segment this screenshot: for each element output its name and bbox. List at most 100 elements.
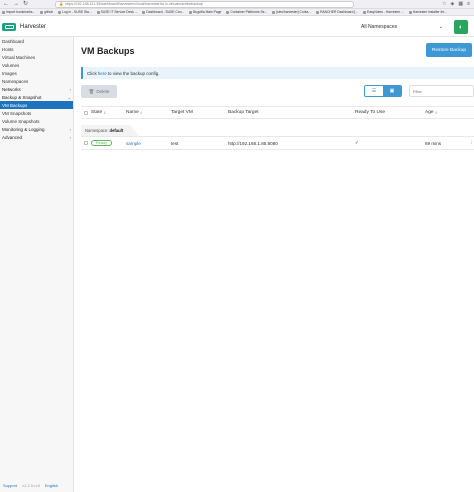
bookmark-label: Import bookmarks...: [6, 10, 36, 14]
sidebar-item-label: Images: [2, 70, 17, 76]
group-view-icon[interactable]: ▣: [383, 86, 401, 96]
bookmark-icon: [408, 10, 412, 14]
sidebar-item-namespaces[interactable]: Namespaces: [0, 77, 73, 85]
select-all-checkbox[interactable]: [84, 110, 88, 115]
menu-icon[interactable]: ≡: [467, 1, 470, 7]
page-title: VM Backups: [81, 46, 135, 56]
bookmark-label: Log in - SUSE Sta...: [62, 10, 92, 14]
age-cell: 59 mins: [425, 140, 442, 146]
column-label: Backup Target: [228, 110, 259, 115]
column-age[interactable]: Age ⇕: [425, 110, 469, 115]
sidebar-item-vm-snapshots[interactable]: VM Snapshots: [0, 109, 73, 117]
trash-icon: 🗑: [88, 88, 95, 94]
column-target-vm: Target VM: [171, 110, 228, 115]
table-header: State ⇕ Name ⇕ Target VM Backup Target Rea…: [81, 106, 474, 119]
bookmark-icon: [226, 10, 230, 14]
sidebar-item-label: Monitoring & Logging: [2, 126, 45, 132]
bookmark-icon: [58, 10, 62, 14]
sidebar-group-networks[interactable]: Networks ›: [0, 85, 73, 93]
sidebar-group-backup-snapshot[interactable]: Backup & Snapshot ⌄: [0, 93, 73, 101]
sidebar-item-label: Namespaces: [2, 78, 29, 84]
row-checkbox[interactable]: [84, 141, 88, 145]
version-label: v1.2.0-rc3: [22, 483, 40, 488]
filter-input[interactable]: [409, 85, 474, 97]
sidebar-item-volumes[interactable]: Volumes: [0, 61, 73, 69]
banner-suffix: to view the backup config.: [107, 70, 160, 76]
bookmark-item[interactable]: Bugzilla Main Page: [189, 10, 221, 14]
banner-link[interactable]: here: [98, 71, 107, 76]
namespace-value: default: [109, 128, 124, 133]
language-link[interactable]: English: [45, 483, 58, 488]
bookmark-item[interactable]: github: [40, 10, 53, 14]
chevron-right-icon: ›: [69, 126, 71, 132]
sidebar-item-volume-snapshots[interactable]: Volume Snapshots: [0, 117, 73, 125]
bookmark-label: Container Platforms Se...: [230, 10, 268, 14]
sidebar-item-label: Virtual Machines: [2, 54, 36, 60]
bookmark-item[interactable]: Dashboard - SUSE Con...: [142, 10, 184, 14]
bookmark-icon: [316, 10, 320, 14]
column-label: Ready To Use: [355, 110, 386, 115]
bookmark-item[interactable]: SUSE IT Service Desk ...: [96, 10, 137, 14]
reload-icon[interactable]: ↻: [23, 1, 28, 7]
backup-name-link[interactable]: sample: [126, 141, 141, 146]
column-label: Target VM: [171, 110, 193, 115]
bookmark-item[interactable]: [sles/harvester] Conta...: [272, 10, 311, 14]
bookmark-item[interactable]: Harvester Installer Int...: [408, 10, 447, 14]
chevron-down-icon: ⌄: [67, 94, 71, 100]
restore-backup-button[interactable]: Restore Backup: [426, 43, 472, 57]
list-view-icon[interactable]: ☰: [365, 86, 383, 96]
url-bar[interactable]: 🔒 https://192.168.121.35/dashboard/harve…: [55, 0, 354, 8]
bookmark-item[interactable]: Log in - SUSE Sta...: [58, 10, 92, 14]
bookmark-item[interactable]: EasyNotes - Harvester ...: [363, 10, 404, 14]
chevron-right-icon: ›: [69, 86, 71, 92]
app-header: Harvester All Namespaces ⌄ ◐: [0, 17, 474, 37]
sidebar-item-vm-backups[interactable]: VM Backups: [0, 101, 73, 109]
browser-nav: ← → ↻: [0, 1, 55, 7]
user-avatar-icon[interactable]: ◐: [454, 20, 468, 34]
browser-actions: ☆ ◈ ▦ ≡: [354, 1, 474, 7]
bookmark-item[interactable]: Container Platforms Se...: [226, 10, 267, 14]
sidebar-item-virtual-machines[interactable]: Virtual Machines: [0, 53, 73, 61]
chevron-down-icon: ⌄: [438, 24, 443, 30]
main-content: VM Backups Restore Backup Click here to …: [74, 37, 474, 492]
sidebar-item-label: Hosts: [2, 46, 14, 52]
delete-button[interactable]: 🗑 Delete: [81, 85, 117, 98]
bookmark-label: Bugzilla Main Page: [193, 10, 222, 14]
sidebar-item-label: Backup & Snapshot: [2, 94, 42, 100]
column-state[interactable]: State ⇕: [91, 110, 126, 115]
sort-icon: ⇕: [103, 110, 107, 115]
target-vm-cell: test: [171, 140, 179, 146]
column-label: Name: [126, 110, 139, 115]
forward-icon[interactable]: →: [13, 1, 19, 7]
sidebar-group-advanced[interactable]: Advanced ›: [0, 133, 73, 141]
support-link[interactable]: Support: [3, 483, 17, 488]
column-label: Age: [425, 110, 434, 115]
back-icon[interactable]: ←: [3, 1, 9, 7]
bookmark-star-icon[interactable]: ☆: [442, 1, 446, 7]
sidebar-group-monitoring-logging[interactable]: Monitoring & Logging ›: [0, 125, 73, 133]
status-badge: Ready: [91, 140, 112, 146]
sidebar-footer: Support v1.2.0-rc3 English: [0, 483, 74, 488]
bookmark-item[interactable]: Import bookmarks...: [2, 10, 35, 14]
sidebar-item-dashboard[interactable]: Dashboard: [0, 37, 73, 45]
bookmark-icon: [142, 10, 146, 14]
bookmark-icon: [189, 10, 193, 14]
brand-name: Harvester: [20, 23, 47, 30]
harvester-logo-icon[interactable]: [2, 22, 16, 31]
namespace-select[interactable]: All Namespaces ⌄: [357, 21, 447, 33]
table-row: Ready sample test http://192.168.1.85:80…: [81, 136, 474, 150]
bookmark-item[interactable]: RANCHER Dashboard [...: [316, 10, 358, 14]
row-actions-icon[interactable]: ⋮: [469, 140, 474, 146]
sidebar-item-images[interactable]: Images: [0, 69, 73, 77]
ready-check-icon: ✓: [355, 140, 359, 145]
sidebar: Dashboard Hosts Virtual Machines Volumes…: [0, 37, 74, 492]
chevron-right-icon: ›: [69, 134, 71, 140]
sidebar-item-hosts[interactable]: Hosts: [0, 45, 73, 53]
shield-icon[interactable]: ◈: [450, 1, 454, 7]
column-name[interactable]: Name ⇕: [126, 110, 171, 115]
sidebar-item-label: Volumes: [2, 62, 20, 68]
bookmark-icon: [363, 10, 366, 14]
bookmarks-bar: Import bookmarks... github Log in - SUSE…: [0, 9, 474, 16]
column-backup-target: Backup Target: [228, 110, 355, 115]
extension-icon[interactable]: ▦: [458, 1, 463, 7]
